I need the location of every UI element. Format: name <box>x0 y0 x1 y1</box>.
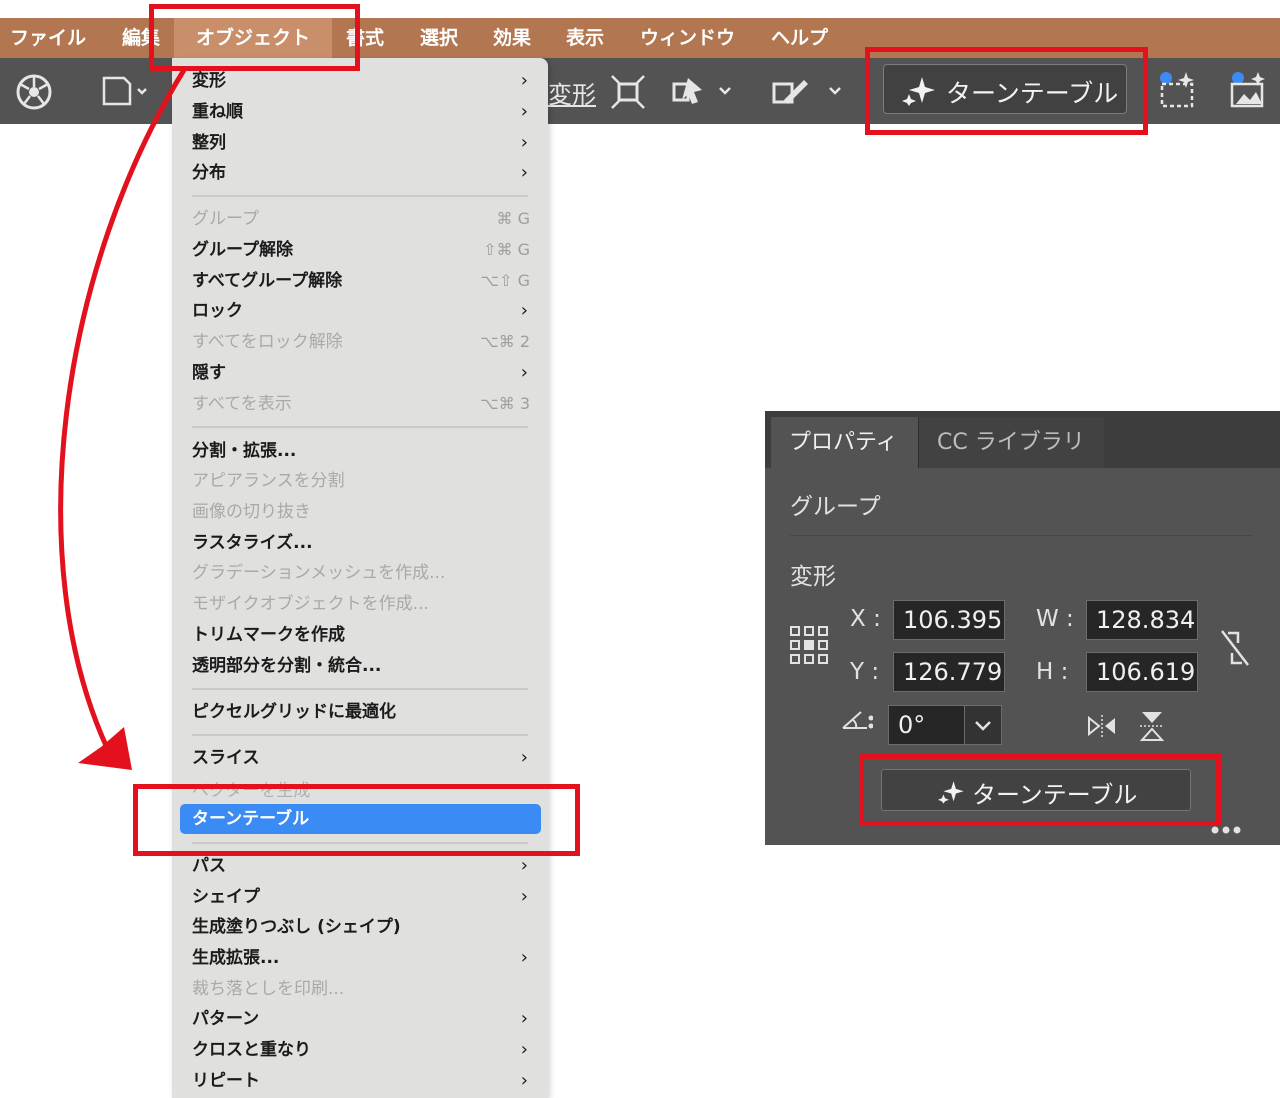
highlight-box-toolbar-turntable <box>865 47 1148 135</box>
annotation-arrow <box>58 68 187 770</box>
highlight-box-object-menu <box>149 4 360 71</box>
highlight-box-panel-turntable <box>859 754 1221 826</box>
highlight-box-menu-turntable <box>133 784 580 856</box>
